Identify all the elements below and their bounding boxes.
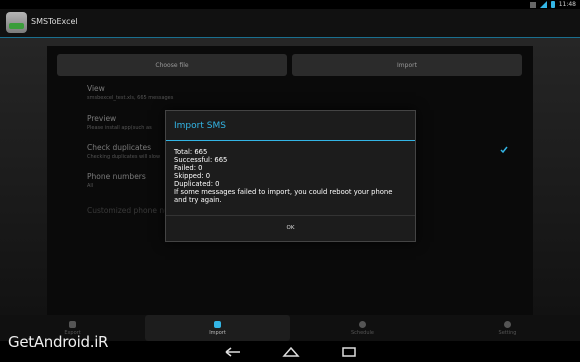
status-time: 11:48	[558, 1, 576, 8]
setting-subtitle: Checking duplicates will slow	[87, 154, 161, 160]
setting-title: View	[87, 84, 105, 93]
setting-phone-numbers[interactable]: Phone numbers All	[87, 172, 146, 189]
setting-preview[interactable]: Preview Please install app(such as	[87, 114, 152, 131]
back-icon[interactable]	[222, 345, 244, 359]
app-title: SMSToExcel	[31, 17, 78, 26]
setting-subtitle: smsbexcel_test.xls, 665 messages	[87, 95, 174, 101]
tab-schedule[interactable]: Schedule	[290, 315, 435, 341]
action-bar: SMSToExcel	[0, 9, 580, 38]
wifi-signal-icon	[539, 1, 547, 8]
app-icon[interactable]	[6, 12, 27, 33]
setting-subtitle: Please install app(such as	[87, 125, 152, 131]
choose-file-button[interactable]: Choose file	[57, 54, 287, 76]
battery-icon	[550, 1, 555, 8]
total-count: Total: 665	[174, 148, 208, 156]
status-bar: 11:48	[0, 0, 580, 9]
setting-title: Preview	[87, 114, 117, 123]
notification-icon	[529, 1, 536, 8]
setting-title: Check duplicates	[87, 143, 152, 152]
setting-check-duplicates[interactable]: Check duplicates Checking duplicates wil…	[87, 143, 160, 160]
export-icon	[69, 320, 76, 328]
tab-label: Schedule	[351, 329, 374, 336]
setting-subtitle: All	[87, 183, 94, 189]
dialog-body: Total: 665 Successful: 665 Failed: 0 Ski…	[174, 148, 406, 204]
recent-apps-icon[interactable]	[338, 345, 360, 359]
setting-title: Phone numbers	[87, 172, 146, 181]
duplicated-count: Duplicated: 0	[174, 180, 220, 188]
dialog-divider	[166, 140, 415, 141]
tab-label: Setting	[498, 329, 517, 336]
import-icon	[214, 320, 221, 328]
checkmark-icon[interactable]	[500, 146, 508, 154]
schedule-icon	[359, 320, 366, 328]
dialog-message: If some messages failed to import, you c…	[174, 188, 393, 204]
import-button[interactable]: Import	[292, 54, 522, 76]
tab-import[interactable]: Import	[145, 315, 290, 341]
setting-title: Customized phone nu	[87, 206, 169, 215]
home-icon[interactable]	[280, 345, 302, 359]
tab-label: Import	[209, 329, 226, 336]
import-sms-dialog: Import SMS Total: 665 Successful: 665 Fa…	[165, 110, 416, 242]
ok-button[interactable]: OK	[166, 216, 415, 240]
status-icons: 11:48	[529, 0, 576, 9]
watermark: GetAndroid.iR	[8, 333, 109, 351]
dialog-title: Import SMS	[174, 121, 226, 131]
setting-icon	[504, 320, 511, 328]
setting-view[interactable]: View smsbexcel_test.xls, 665 messages	[87, 84, 173, 101]
failed-count: Failed: 0	[174, 164, 203, 172]
skipped-count: Skipped: 0	[174, 172, 211, 180]
successful-count: Successful: 665	[174, 156, 228, 164]
setting-customized-phone[interactable]: Customized phone nu	[87, 206, 169, 215]
tab-setting[interactable]: Setting	[435, 315, 580, 341]
